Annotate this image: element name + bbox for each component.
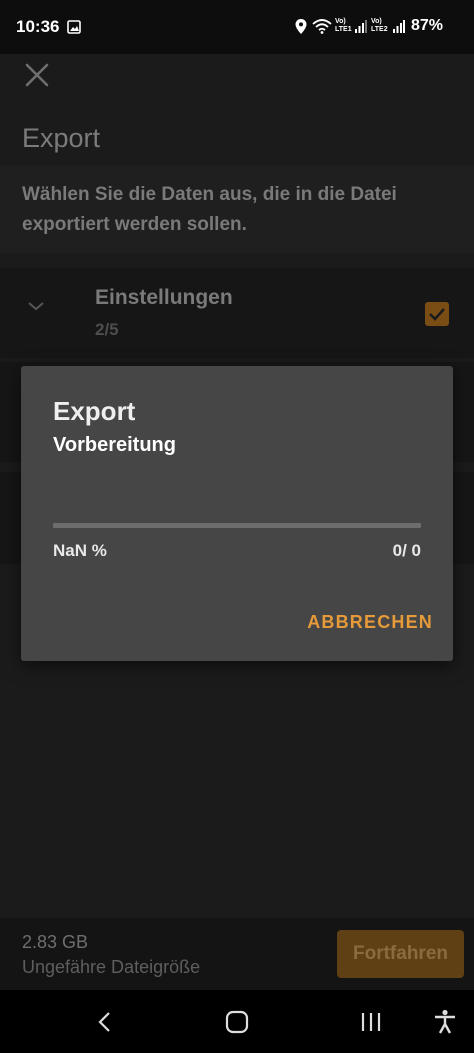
progress-percent: NaN % — [53, 541, 107, 560]
file-size-value: 2.83 GB — [22, 932, 89, 952]
file-size-label: Ungefähre Dateigröße — [22, 957, 201, 977]
status-time: 10:36 — [16, 17, 60, 36]
signal2-icon — [393, 20, 405, 33]
list-item-count: 2/5 — [95, 320, 119, 339]
home-icon[interactable] — [225, 1010, 249, 1034]
gallery-icon — [67, 20, 81, 34]
close-icon[interactable] — [22, 60, 52, 90]
checkbox-einstellungen[interactable] — [425, 302, 449, 326]
dialog-title: Export — [53, 396, 136, 426]
dialog-subtitle: Vorbereitung — [53, 434, 176, 456]
accessibility-icon[interactable] — [433, 1009, 457, 1035]
battery-level: 87% — [411, 17, 444, 34]
signal1-icon — [355, 20, 367, 33]
location-icon — [295, 19, 307, 34]
chevron-down-icon[interactable] — [26, 300, 46, 312]
continue-button[interactable]: Fortfahren — [337, 930, 464, 978]
cancel-button[interactable]: ABBRECHEN — [288, 612, 433, 640]
page-title: Export — [22, 123, 101, 153]
description-text: Wählen Sie die Daten aus, die in die Dat… — [22, 184, 397, 235]
progress-count: 0/ 0 — [392, 541, 421, 560]
list-item-title: Einstellungen — [95, 286, 233, 309]
recents-icon[interactable] — [359, 1011, 383, 1033]
back-icon[interactable] — [96, 1010, 114, 1034]
check-icon — [429, 308, 445, 321]
progress-bar — [53, 523, 421, 528]
volte2-icon: Vo) LTE2 — [371, 18, 388, 33]
wifi-icon — [312, 19, 332, 34]
list-item-einstellungen[interactable] — [0, 268, 474, 358]
